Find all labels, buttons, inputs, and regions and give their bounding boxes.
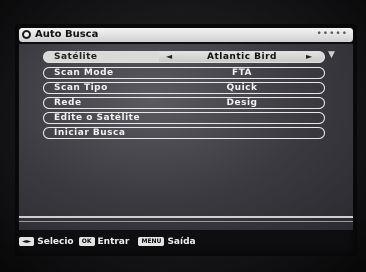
menu-item-edite-satelite[interactable]: Edite o Satélite bbox=[43, 112, 325, 124]
title-bar: Auto Busca ••••• bbox=[19, 28, 353, 42]
menu-item-label: Scan Mode bbox=[54, 68, 114, 78]
menu-item-value: FTA bbox=[231, 68, 253, 78]
menu-item-scan-mode[interactable]: Scan Mode FTA bbox=[43, 67, 325, 79]
menu-item-label: Rede bbox=[54, 98, 82, 108]
page-title: Auto Busca bbox=[35, 29, 99, 40]
menu-item-label: Scan Tipo bbox=[54, 83, 108, 93]
select-hint: Selecio bbox=[37, 237, 74, 247]
menu-item-value: Atlantic Bird bbox=[206, 52, 277, 62]
navigate-key-icon: ◄► bbox=[19, 237, 35, 246]
menu-item-label: Satélite bbox=[54, 52, 98, 62]
exit-hint: Saída bbox=[167, 237, 196, 247]
tv-screen: Auto Busca ••••• Satélite ◄ Atlantic Bir… bbox=[15, 24, 357, 256]
menu-item-label: Edite o Satélite bbox=[54, 113, 141, 123]
divider bbox=[19, 216, 353, 218]
menu-item-value: Quick bbox=[226, 83, 258, 93]
menu-item-satelite[interactable]: Satélite ◄ Atlantic Bird ► bbox=[43, 51, 325, 63]
footer-hints: ◄► Selecio OK Entrar MENU Saída bbox=[19, 234, 353, 250]
scroll-down-icon: ▼ bbox=[328, 50, 335, 60]
enter-hint: Entrar bbox=[97, 237, 130, 247]
title-dots: ••••• bbox=[316, 29, 348, 39]
menu-item-rede[interactable]: Rede Desig bbox=[43, 97, 325, 109]
menu-panel: Satélite ◄ Atlantic Bird ► ▼ Scan Mode F… bbox=[19, 44, 353, 230]
menu-logo-icon bbox=[22, 30, 31, 39]
menu-key-icon: MENU bbox=[138, 237, 165, 246]
menu-item-value: Desig bbox=[226, 98, 258, 108]
right-arrow-icon[interactable]: ► bbox=[306, 52, 313, 62]
menu-item-scan-tipo[interactable]: Scan Tipo Quick bbox=[43, 82, 325, 94]
divider bbox=[19, 221, 353, 222]
menu-item-iniciar-busca[interactable]: Iniciar Busca bbox=[43, 127, 325, 139]
menu-item-label: Iniciar Busca bbox=[54, 128, 126, 138]
ok-key-icon: OK bbox=[78, 237, 95, 246]
